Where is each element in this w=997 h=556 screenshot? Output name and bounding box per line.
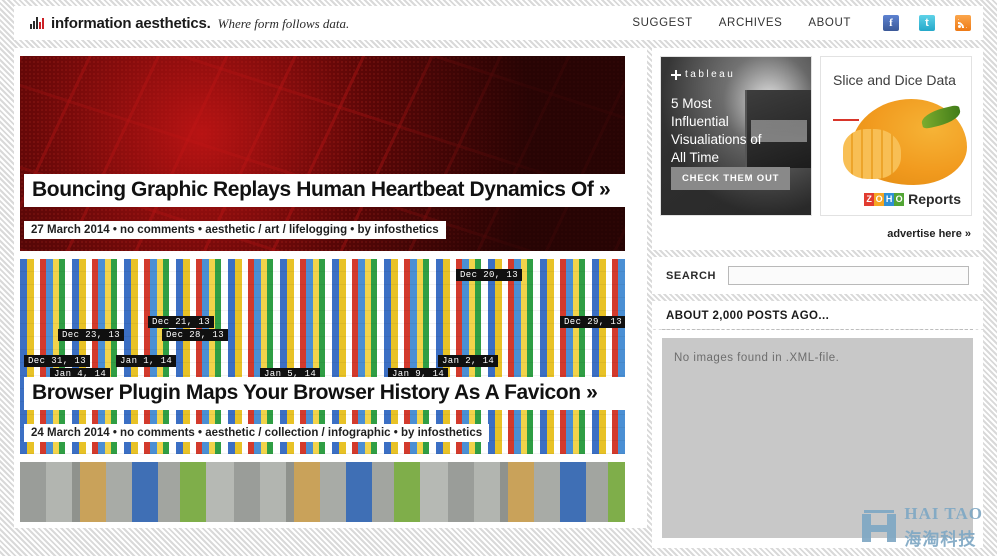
sidebar-gap bbox=[652, 294, 983, 301]
facebook-icon[interactable]: f bbox=[883, 15, 899, 31]
post-item[interactable]: t-24 hours Bouncing Graphic Replays Huma… bbox=[20, 56, 641, 251]
posts-section-body: No images found in .XML-file. bbox=[652, 330, 983, 548]
sidebar-gap bbox=[652, 250, 983, 257]
zoho-brand-text: Reports bbox=[908, 191, 961, 207]
ad-headline: 5 Most Influential Visualiations of All … bbox=[671, 95, 773, 167]
tableau-logo-text: tableau bbox=[685, 69, 735, 80]
zoho-logo-letter: Z bbox=[864, 193, 874, 206]
post-title[interactable]: Bouncing Graphic Replays Human Heartbeat… bbox=[24, 174, 637, 207]
mosaic-date-chip: Jan 2, 14 bbox=[438, 355, 498, 367]
advertise-here-row: advertise here » bbox=[652, 220, 983, 250]
ad-row: tableau 5 Most Influential Visualiations… bbox=[652, 48, 983, 220]
ad-headline: Slice and Dice Data bbox=[833, 71, 956, 90]
post-meta: 27 March 2014 • no comments • aesthetic … bbox=[24, 221, 446, 239]
site-brand[interactable]: information aesthetics. Where form follo… bbox=[30, 15, 349, 32]
search-section: SEARCH bbox=[652, 257, 983, 294]
mosaic-date-chip: Dec 28, 13 bbox=[162, 329, 228, 341]
site-tagline: Where form follows data. bbox=[218, 16, 350, 32]
site-header: information aesthetics. Where form follo… bbox=[14, 6, 983, 40]
post-item[interactable]: Dec 20, 13 Dec 21, 13 Dec 23, 13 Dec 28,… bbox=[20, 259, 641, 454]
post-thumbnail-lego[interactable] bbox=[20, 462, 625, 522]
zoho-logo-icon: Z O H O bbox=[864, 193, 904, 206]
nav-link-archives[interactable]: ARCHIVES bbox=[719, 17, 783, 29]
nav-link-about[interactable]: ABOUT bbox=[808, 17, 851, 29]
post-title[interactable]: Browser Plugin Maps Your Browser History… bbox=[24, 377, 637, 410]
mosaic-date-chip: Dec 21, 13 bbox=[148, 316, 214, 328]
mosaic-date-chip: Dec 31, 13 bbox=[24, 355, 90, 367]
ad-zoho-reports[interactable]: Slice and Dice Data Z O H O Reports bbox=[820, 56, 972, 216]
tableau-asterisk-icon bbox=[671, 70, 681, 80]
bar-chart-icon bbox=[30, 16, 44, 29]
ad-rule bbox=[833, 119, 859, 121]
post-meta: 24 March 2014 • no comments • aesthetic … bbox=[24, 424, 489, 442]
mosaic-date-chip: Dec 29, 13 bbox=[560, 316, 625, 328]
zoho-brand: Z O H O Reports bbox=[864, 191, 961, 207]
zoho-logo-letter: O bbox=[894, 193, 904, 206]
search-label: SEARCH bbox=[666, 270, 716, 282]
empty-state-message: No images found in .XML-file. bbox=[662, 338, 973, 538]
search-input[interactable] bbox=[728, 266, 969, 285]
sidebar: tableau 5 Most Influential Visualiations… bbox=[652, 48, 983, 548]
post-list: t-24 hours Bouncing Graphic Replays Huma… bbox=[14, 48, 647, 528]
twitter-icon[interactable]: t bbox=[919, 15, 935, 31]
tableau-logo: tableau bbox=[671, 69, 735, 80]
zoho-logo-letter: O bbox=[874, 193, 884, 206]
mango-diced-illustration bbox=[843, 129, 901, 179]
nav-link-suggest[interactable]: SUGGEST bbox=[632, 17, 692, 29]
zoho-logo-letter: H bbox=[884, 193, 894, 206]
social-links: f t bbox=[883, 15, 971, 31]
mosaic-date-chip: Dec 20, 13 bbox=[456, 269, 522, 281]
rss-icon[interactable] bbox=[955, 15, 971, 31]
posts-section-header: ABOUT 2,000 POSTS AGO... bbox=[652, 301, 983, 329]
mosaic-date-chip: Jan 1, 14 bbox=[116, 355, 176, 367]
ad-cta-button[interactable]: CHECK THEM OUT bbox=[671, 167, 790, 190]
advertise-here-link[interactable]: advertise here » bbox=[887, 228, 971, 240]
ad-tableau[interactable]: tableau 5 Most Influential Visualiations… bbox=[660, 56, 812, 216]
mosaic-date-chip: Dec 23, 13 bbox=[58, 329, 124, 341]
main-navigation: SUGGEST ARCHIVES ABOUT f t bbox=[632, 15, 971, 31]
site-title: information aesthetics. bbox=[51, 15, 211, 32]
post-item[interactable] bbox=[20, 462, 641, 522]
